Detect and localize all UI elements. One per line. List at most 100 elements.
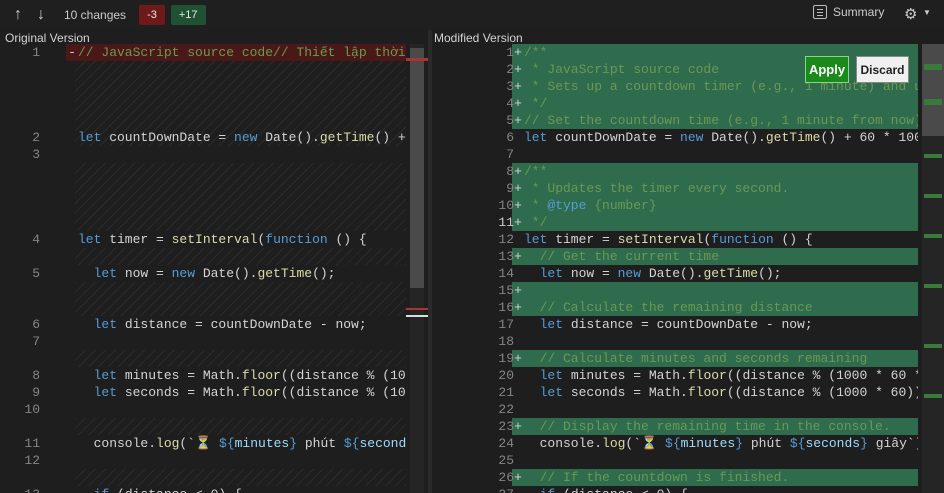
line-number: 10 <box>24 402 40 417</box>
code-line: 20 let minutes = Math.floor((distance % … <box>432 367 944 384</box>
line-number: 5 <box>32 266 40 281</box>
code-text: if (distance < 0) { <box>78 486 406 493</box>
code-text: let timer = setInterval(function () { <box>524 232 813 247</box>
code-text: // Set the countdown time (e.g., 1 minut… <box>524 113 918 128</box>
diff-filler <box>75 418 406 435</box>
added-line-marker: + <box>514 419 522 434</box>
code-line: 25 <box>432 452 944 469</box>
line-number: 25 <box>498 453 514 468</box>
code-line: 12 <box>0 452 428 469</box>
discard-button[interactable]: Discard <box>856 56 909 83</box>
modified-editor[interactable]: 1 +/** 2 + * JavaScript source code 3 + * Set… <box>432 44 944 493</box>
added-line-marker: + <box>514 181 522 196</box>
diff-filler <box>75 163 406 231</box>
added-line-marker: + <box>514 113 522 128</box>
line-number: 6 <box>32 317 40 332</box>
line-number: 2 <box>506 62 514 77</box>
added-line-marker: + <box>514 470 522 485</box>
minimap-added-marker <box>924 344 942 348</box>
code-text: /** <box>524 164 548 179</box>
code-text: let now = new Date().getTime(); <box>93 266 336 281</box>
code-text: // Get the current time <box>524 249 720 264</box>
scrollbar-thumb[interactable] <box>922 44 944 136</box>
code-line: 7 <box>0 333 428 350</box>
code-text: // Calculate minutes and seconds remaini… <box>524 351 868 366</box>
code-line: 14 let now = new Date().getTime(); <box>432 265 944 282</box>
line-number: 4 <box>32 232 40 247</box>
added-line-marker: + <box>514 300 522 315</box>
code-line: 11 console.log(`⏳ ${minutes} phút ${seco… <box>0 435 428 452</box>
line-number: 23 <box>498 419 514 434</box>
line-number: 20 <box>498 368 514 383</box>
code-line: 3 <box>0 146 428 163</box>
code-text: // Calculate the remaining distance <box>524 300 813 315</box>
line-number: 19 <box>498 351 514 366</box>
line-number: 3 <box>32 147 40 162</box>
code-line: 18 <box>432 333 944 350</box>
diff-toolbar: ↑ ↓ 10 changes -3 +17 <box>0 0 944 30</box>
original-pane-title: Original Version <box>5 31 90 45</box>
removed-line-marker: - <box>68 45 76 60</box>
line-number: 6 <box>506 130 514 145</box>
line-number: 5 <box>506 113 514 128</box>
line-number: 15 <box>498 283 514 298</box>
code-line: 9 let seconds = Math.floor((distance % (… <box>0 384 428 401</box>
scrollbar-thumb[interactable] <box>410 48 424 288</box>
summary-button[interactable]: Summary <box>813 5 884 19</box>
changes-count: 10 changes <box>64 8 127 22</box>
code-line: 8 let minutes = Math.floor((distance % (… <box>0 367 428 384</box>
summary-icon <box>813 5 827 19</box>
diff-filler <box>75 469 406 486</box>
code-line: 24 console.log(`⏳ ${minutes} phút ${seco… <box>432 435 944 452</box>
code-line: 17 let distance = countDownDate - now; <box>432 316 944 333</box>
code-text: * Updates the timer every second. <box>524 181 790 196</box>
code-line: 27 if (distance < 0) { <box>432 486 944 493</box>
line-number: 12 <box>498 232 514 247</box>
line-number: 13 <box>498 249 514 264</box>
arrow-down-icon[interactable]: ↓ <box>30 4 52 26</box>
code-text: let minutes = Math.floor((distance % (10… <box>539 368 918 383</box>
chevron-down-icon[interactable]: ▼ <box>923 8 931 17</box>
diff-filler <box>75 350 406 367</box>
added-line-marker: + <box>514 215 522 230</box>
minimap-added-marker <box>924 234 942 238</box>
code-text: let countDownDate = new Date().getTime()… <box>78 130 406 145</box>
line-number: 12 <box>24 453 40 468</box>
apply-button[interactable]: Apply <box>805 56 849 83</box>
added-line-marker: + <box>514 96 522 111</box>
minimap-added-marker <box>924 194 942 198</box>
code-line: 6 let distance = countDownDate - now; <box>0 316 428 333</box>
code-text: let countDownDate = new Date().getTime()… <box>524 130 918 145</box>
removed-line: 1 -// JavaScript source code// Thiết lập … <box>0 44 428 61</box>
line-number: 22 <box>498 402 514 417</box>
code-text: */ <box>524 96 548 111</box>
added-line-marker: + <box>514 62 522 77</box>
line-number: 13 <box>10 486 40 493</box>
code-text: let seconds = Math.floor((distance % (10… <box>539 385 918 400</box>
added-line: 4 + */ <box>432 95 944 112</box>
line-number: 1 <box>506 45 514 60</box>
original-editor[interactable]: 1 -// JavaScript source code// Thiết lập … <box>0 44 428 493</box>
line-number: 10 <box>498 198 514 213</box>
line-number: 7 <box>32 334 40 349</box>
line-number: 9 <box>32 385 40 400</box>
added-line-marker: + <box>514 283 522 298</box>
added-line-marker: + <box>514 198 522 213</box>
line-number: 7 <box>506 147 514 162</box>
minimap-added-marker <box>924 154 942 158</box>
diff-filler <box>75 248 406 265</box>
added-line: 23 + // Display the remaining time in the… <box>432 418 944 435</box>
code-text: */ <box>524 215 548 230</box>
added-line-marker: + <box>514 45 522 60</box>
gear-icon[interactable]: ⚙ <box>904 5 917 23</box>
added-line: 9 + * Updates the timer every second. <box>432 180 944 197</box>
line-number: 17 <box>498 317 514 332</box>
code-line: 6 let countDownDate = new Date().getTime(… <box>432 129 944 146</box>
code-text: if (distance < 0) { <box>524 486 918 493</box>
minimap-added-marker <box>924 99 942 105</box>
code-text: console.log(`⏳ ${minutes} phút ${seconds… <box>78 436 406 451</box>
arrow-up-icon[interactable]: ↑ <box>7 4 29 26</box>
line-number: 1 <box>32 45 40 60</box>
line-number: 4 <box>506 96 514 111</box>
code-line: 2 let countDownDate = new Date().getTime(… <box>0 129 428 146</box>
